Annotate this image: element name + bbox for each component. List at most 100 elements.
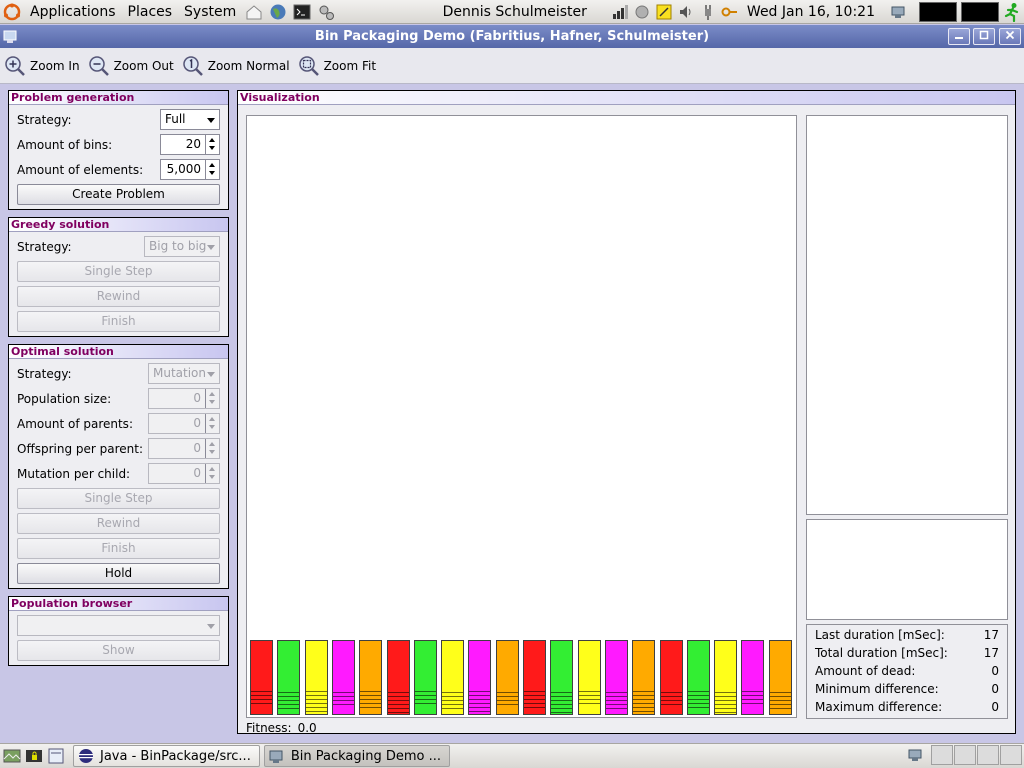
bin[interactable] bbox=[686, 640, 710, 715]
workspace-4[interactable] bbox=[1000, 745, 1022, 765]
fitness-graph-view[interactable] bbox=[806, 519, 1008, 620]
memory-monitor-graph[interactable] bbox=[961, 2, 999, 22]
notes-icon[interactable] bbox=[654, 2, 674, 22]
os-population-spinner[interactable]: 0 bbox=[148, 388, 220, 409]
show-desktop-icon[interactable] bbox=[2, 746, 22, 766]
lock-screen-icon[interactable] bbox=[24, 746, 44, 766]
spin-down-icon[interactable] bbox=[209, 475, 215, 479]
os-rewind-button[interactable]: Rewind bbox=[17, 513, 220, 534]
create-problem-button[interactable]: Create Problem bbox=[17, 184, 220, 205]
workspace-2[interactable] bbox=[954, 745, 976, 765]
places-menu[interactable]: Places bbox=[122, 0, 179, 24]
bin-visualization-canvas[interactable] bbox=[246, 115, 797, 718]
os-mutation-spinner[interactable]: 0 bbox=[148, 463, 220, 484]
settings-gears-icon[interactable] bbox=[316, 2, 336, 22]
taskbar-bin-packaging[interactable]: Bin Packaging Demo ... bbox=[263, 745, 451, 767]
bin[interactable] bbox=[277, 640, 301, 715]
bin[interactable] bbox=[604, 640, 628, 715]
zoom-out-button[interactable]: Zoom Out bbox=[88, 55, 174, 77]
bin[interactable] bbox=[359, 640, 383, 715]
spin-up-icon[interactable] bbox=[209, 467, 215, 471]
bin[interactable] bbox=[577, 640, 601, 715]
spinner-buttons[interactable] bbox=[205, 135, 219, 154]
bin[interactable] bbox=[304, 640, 328, 715]
maximize-button[interactable] bbox=[973, 28, 995, 45]
home-folder-icon[interactable] bbox=[244, 2, 264, 22]
bin[interactable] bbox=[768, 640, 792, 715]
status-circle-icon[interactable] bbox=[632, 2, 652, 22]
gs-finish-button[interactable]: Finish bbox=[17, 311, 220, 332]
zoom-fit-button[interactable]: Zoom Fit bbox=[298, 55, 376, 77]
bin[interactable] bbox=[413, 640, 437, 715]
population-show-button[interactable]: Show bbox=[17, 640, 220, 661]
spin-up-icon[interactable] bbox=[209, 417, 215, 421]
web-browser-icon[interactable] bbox=[268, 2, 288, 22]
os-parents-spinner[interactable]: 0 bbox=[148, 413, 220, 434]
spinner-buttons[interactable] bbox=[205, 414, 219, 433]
problem-generation-title: Problem generation bbox=[9, 91, 228, 105]
spinner-buttons[interactable] bbox=[205, 389, 219, 408]
ubuntu-logo-icon[interactable] bbox=[2, 2, 22, 22]
spin-down-icon[interactable] bbox=[209, 400, 215, 404]
os-hold-button[interactable]: Hold bbox=[17, 563, 220, 584]
spinner-buttons[interactable] bbox=[205, 160, 219, 179]
bin[interactable] bbox=[468, 640, 492, 715]
terminal-icon[interactable] bbox=[292, 2, 312, 22]
clock[interactable]: Wed Jan 16, 10:21 bbox=[741, 0, 881, 24]
bin[interactable] bbox=[495, 640, 519, 715]
logout-runner-icon[interactable] bbox=[1002, 2, 1022, 22]
pg-strategy-combo[interactable]: Full bbox=[160, 109, 220, 130]
network-signal-icon[interactable] bbox=[610, 2, 630, 22]
population-combo[interactable] bbox=[17, 615, 220, 636]
window-title-bar[interactable]: Bin Packaging Demo (Fabritius, Hafner, S… bbox=[0, 25, 1024, 48]
spin-up-icon[interactable] bbox=[209, 442, 215, 446]
network-computer-icon[interactable] bbox=[889, 2, 909, 22]
bin[interactable] bbox=[523, 640, 546, 715]
pg-bins-spinner[interactable]: 20 bbox=[160, 134, 220, 155]
spin-down-icon[interactable] bbox=[209, 450, 215, 454]
applications-menu[interactable]: Applications bbox=[24, 0, 122, 24]
spinner-buttons[interactable] bbox=[205, 464, 219, 483]
bin[interactable] bbox=[659, 640, 683, 715]
pg-elements-spinner[interactable]: 5,000 bbox=[160, 159, 220, 180]
system-menu[interactable]: System bbox=[178, 0, 242, 24]
spinner-buttons[interactable] bbox=[205, 439, 219, 458]
gs-strategy-combo[interactable]: Big to big bbox=[144, 236, 220, 257]
os-single-step-button[interactable]: Single Step bbox=[17, 488, 220, 509]
os-strategy-combo[interactable]: Mutation bbox=[148, 363, 220, 384]
minimize-button[interactable] bbox=[948, 28, 970, 45]
gs-single-step-button[interactable]: Single Step bbox=[17, 261, 220, 282]
spin-down-icon[interactable] bbox=[209, 171, 215, 175]
bin[interactable] bbox=[741, 640, 765, 715]
bin[interactable] bbox=[386, 640, 410, 715]
volume-icon[interactable] bbox=[676, 2, 696, 22]
workspace-3[interactable] bbox=[977, 745, 999, 765]
bin[interactable] bbox=[441, 640, 465, 715]
workspace-1[interactable] bbox=[931, 745, 953, 765]
bin[interactable] bbox=[331, 640, 355, 715]
network-computer-icon[interactable] bbox=[906, 745, 926, 765]
os-finish-button[interactable]: Finish bbox=[17, 538, 220, 559]
spin-down-icon[interactable] bbox=[209, 425, 215, 429]
close-button[interactable] bbox=[999, 28, 1021, 45]
spin-up-icon[interactable] bbox=[209, 392, 215, 396]
window-list-icon[interactable] bbox=[46, 746, 66, 766]
os-offspring-spinner[interactable]: 0 bbox=[148, 438, 220, 459]
spin-up-icon[interactable] bbox=[209, 138, 215, 142]
app-window-icon[interactable] bbox=[3, 28, 19, 44]
population-view[interactable] bbox=[806, 115, 1008, 515]
bin[interactable] bbox=[632, 640, 656, 715]
spin-up-icon[interactable] bbox=[209, 163, 215, 167]
power-plug-icon[interactable] bbox=[698, 2, 718, 22]
spin-down-icon[interactable] bbox=[209, 146, 215, 150]
bin[interactable] bbox=[550, 640, 574, 715]
zoom-in-button[interactable]: Zoom In bbox=[4, 55, 80, 77]
taskbar-java-ide[interactable]: Java - BinPackage/src... bbox=[73, 745, 260, 767]
user-name[interactable]: Dennis Schulmeister bbox=[437, 0, 593, 24]
keys-icon[interactable] bbox=[720, 2, 740, 22]
cpu-monitor-graph[interactable] bbox=[919, 2, 957, 22]
gs-rewind-button[interactable]: Rewind bbox=[17, 286, 220, 307]
zoom-normal-button[interactable]: Zoom Normal bbox=[182, 55, 290, 77]
bin[interactable] bbox=[250, 640, 273, 715]
bin[interactable] bbox=[714, 640, 738, 715]
